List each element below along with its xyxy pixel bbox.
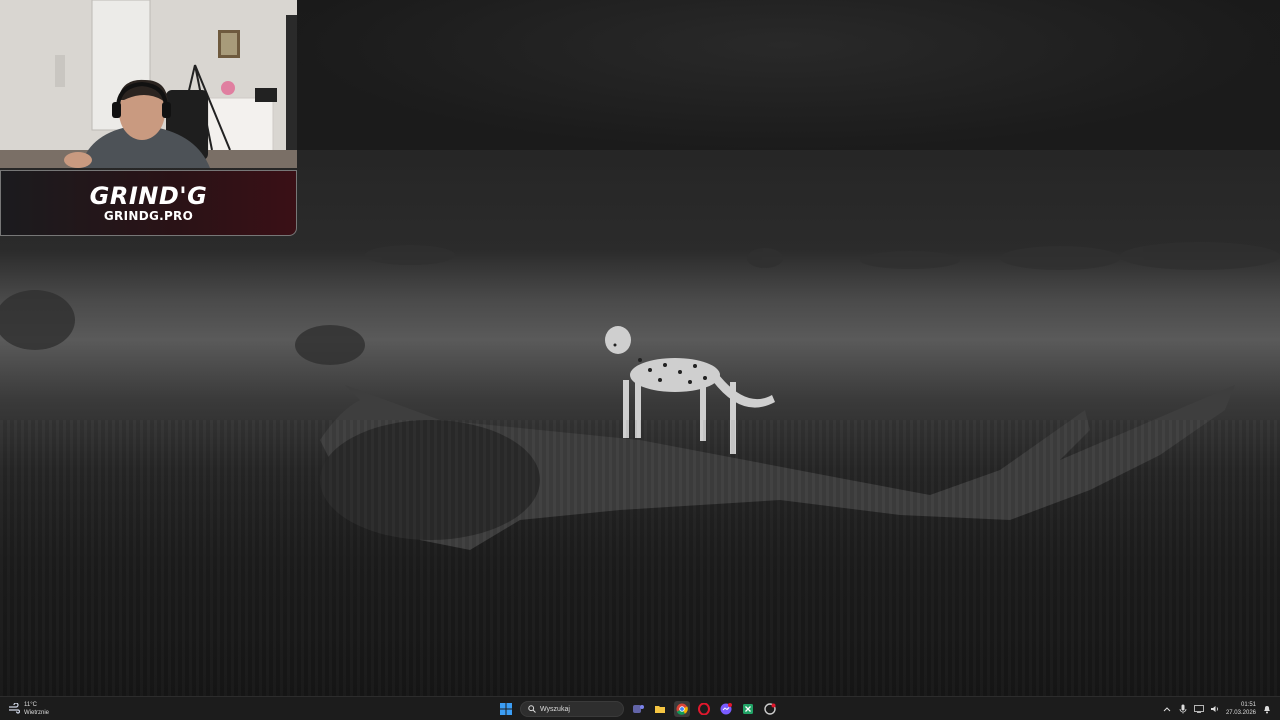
- taskbar: 11°C Wietrznie Wyszukaj 01:51 27.03.2026: [0, 696, 1280, 720]
- opera-button[interactable]: [696, 701, 712, 717]
- taskbar-clock[interactable]: 01:51 27.03.2026: [1226, 701, 1256, 717]
- chrome-button[interactable]: [674, 701, 690, 717]
- wallpaper-grass: [0, 420, 1280, 696]
- system-tray: 01:51 27.03.2026: [1162, 699, 1272, 719]
- volume-icon[interactable]: [1210, 701, 1220, 717]
- webcam-feed: [0, 0, 297, 168]
- app-button[interactable]: [762, 701, 778, 717]
- weather-widget[interactable]: 11°C Wietrznie: [8, 699, 49, 719]
- weather-condition: Wietrznie: [24, 710, 50, 716]
- taskbar-center: Wyszukaj: [498, 699, 778, 719]
- messenger-icon: [720, 703, 732, 715]
- app-icon: [764, 703, 776, 715]
- tray-chevron-up-icon[interactable]: [1162, 701, 1172, 717]
- weather-temperature: 11°C: [24, 702, 37, 708]
- brand-url: GRINDG.PRO: [103, 209, 194, 223]
- teams-button[interactable]: [630, 701, 646, 717]
- folder-icon: [655, 706, 665, 713]
- messenger-button[interactable]: [718, 701, 734, 717]
- excel-icon: [743, 704, 753, 714]
- opera-icon: [698, 703, 710, 715]
- clock-time: 01:51: [1240, 702, 1256, 708]
- brand-overlay: GRIND'G GRINDG.PRO: [0, 170, 297, 236]
- windows-logo-icon: [500, 703, 512, 715]
- weather-wind-icon: [8, 703, 20, 715]
- chrome-icon: [676, 703, 688, 715]
- microphone-icon[interactable]: [1178, 701, 1188, 717]
- brand-logo: GRIND'G: [89, 182, 208, 210]
- search-placeholder: Wyszukaj: [540, 705, 570, 713]
- search-icon: [528, 705, 536, 713]
- webcam-scene: [0, 0, 297, 168]
- file-explorer-button[interactable]: [652, 701, 668, 717]
- start-button[interactable]: [498, 701, 514, 717]
- teams-icon: [633, 705, 644, 713]
- clock-date: 27.03.2026: [1225, 710, 1256, 716]
- network-icon[interactable]: [1194, 701, 1204, 717]
- notification-icon[interactable]: [1262, 701, 1272, 717]
- excel-button[interactable]: [740, 701, 756, 717]
- taskbar-search[interactable]: Wyszukaj: [520, 701, 624, 717]
